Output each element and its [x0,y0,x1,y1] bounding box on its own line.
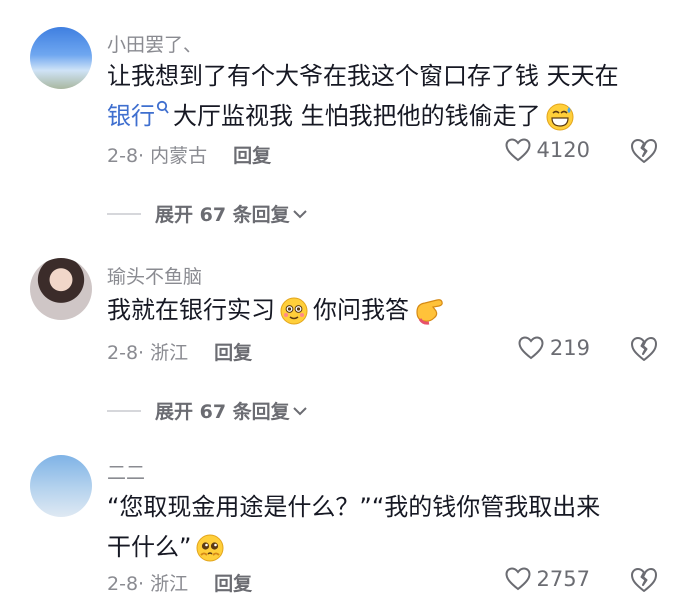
expand-replies-label: 展开 67 条回复 [155,401,290,423]
like-button[interactable]: 219 [518,336,590,360]
date-location: 2-8· 内蒙古 [107,145,208,167]
comment-text: 我就在银行实习 你问我答 [107,290,667,330]
reply-button[interactable]: 回复 [233,145,271,167]
dislike-button[interactable] [630,138,658,168]
divider-line [107,409,141,412]
laughing-sweat-emoji-icon [546,103,574,131]
date-location: 2-8· 浙江 [107,342,189,364]
comment-text-part: 让我想到了有个大爷在我这个窗口存了钱 天天在 [107,62,619,90]
comment-meta: 2-8· 内蒙古 回复 [107,141,271,168]
dislike-button[interactable] [630,567,658,597]
expand-replies-label: 展开 67 条回复 [155,204,290,226]
like-button[interactable]: 2757 [505,567,590,591]
comment-text-part: 你问我答 [313,296,409,324]
expand-replies-button[interactable]: 展开 67 条回复 [107,200,308,227]
username[interactable]: 瑜头不鱼脑 [107,262,202,289]
comment-meta: 2-8· 浙江 回复 [107,338,252,365]
blushing-emoji-icon [280,297,308,325]
comment-text-part: 大厅监视我 生怕我把他的钱偷走了 [173,102,541,130]
search-link[interactable]: 银行 [107,102,155,130]
like-count: 2757 [536,567,590,591]
comment-text-part: “您取现金用途是什么？”“我的钱你管我取出来 [107,493,601,521]
broken-heart-icon [631,568,657,592]
pleading-face-emoji-icon [196,534,224,562]
heart-outline-icon [505,138,531,162]
like-count: 219 [549,336,590,360]
search-icon[interactable] [156,100,169,116]
divider-line [107,212,141,215]
broken-heart-icon [631,337,657,361]
like-button[interactable]: 4120 [505,138,590,162]
comment-meta: 2-8· 浙江 回复 [107,569,252,596]
comment-text: “您取现金用途是什么？”“我的钱你管我取出来 干什么” [107,487,667,567]
username[interactable]: 二二 [107,458,145,485]
username[interactable]: 小田罢了、 [107,30,202,57]
avatar[interactable] [30,27,92,89]
avatar[interactable] [30,455,92,517]
chevron-down-icon [292,209,307,218]
reply-button[interactable]: 回复 [214,342,252,364]
chevron-down-icon [292,406,307,415]
expand-replies-button[interactable]: 展开 67 条回复 [107,397,308,424]
reply-button[interactable]: 回复 [214,573,252,595]
avatar[interactable] [30,258,92,320]
comment-text-part: 干什么” [107,533,192,561]
pointing-hand-emoji-icon [416,299,443,325]
comment-text: 让我想到了有个大爷在我这个窗口存了钱 天天在 银行 大厅监视我 生怕我把他的钱偷走… [107,56,667,136]
date-location: 2-8· 浙江 [107,573,189,595]
comment-text-part: 我就在银行实习 [107,296,275,324]
dislike-button[interactable] [630,336,658,366]
heart-outline-icon [518,336,544,360]
like-count: 4120 [536,138,590,162]
heart-outline-icon [505,567,531,591]
broken-heart-icon [631,139,657,163]
